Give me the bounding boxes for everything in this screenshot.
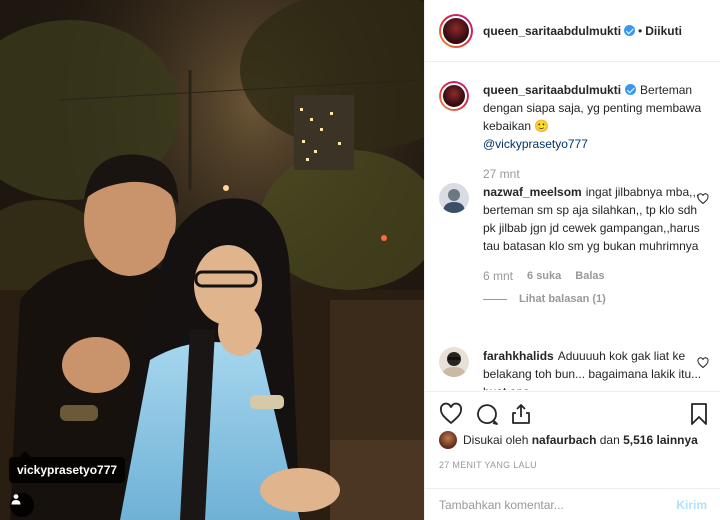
tagged-users-button[interactable] [10, 493, 34, 517]
bookmark-icon[interactable] [687, 402, 711, 426]
caption-author-avatar[interactable] [439, 81, 469, 111]
comment-reply-button[interactable]: Balas [575, 267, 604, 285]
verified-badge-icon [624, 25, 636, 36]
comment-input[interactable] [439, 497, 677, 512]
author-avatar[interactable] [439, 13, 473, 48]
comment-meta: 6 mnt 6 suka Balas [483, 267, 709, 285]
add-comment-bar: Kirim [425, 488, 720, 520]
person-tag-icon [11, 494, 21, 505]
author-username[interactable]: queen_saritaabdulmukti [483, 24, 621, 38]
commenter-avatar[interactable] [439, 347, 469, 377]
likes-conjunction: dan [599, 433, 620, 447]
likes-summary: Disukai oleh nafaurbach dan 5,516 lainny… [439, 431, 698, 449]
share-icon[interactable] [509, 402, 533, 426]
caption: queen_saritaabdulmukti Berteman dengan si… [439, 81, 709, 183]
view-replies-button[interactable]: Lihat balasan (1) [483, 293, 709, 305]
caption-time[interactable]: 27 mnt [483, 165, 520, 183]
post-comment-button[interactable]: Kirim [676, 498, 707, 512]
liker-avatar[interactable] [439, 431, 457, 449]
caption-mention-link[interactable]: @vickyprasetyo777 [483, 137, 588, 151]
comment-like-heart-icon[interactable] [697, 357, 709, 369]
comment-bubble-icon[interactable] [475, 402, 499, 426]
header-separator: • [638, 23, 643, 38]
comments-section[interactable]: queen_saritaabdulmukti Berteman dengan si… [425, 63, 720, 390]
view-replies-label: Lihat balasan (1) [519, 293, 606, 305]
caption-username[interactable]: queen_saritaabdulmukti [483, 83, 621, 97]
comment-item: farahkhalids Aduuuuh kok gak liat ke bela… [439, 347, 709, 390]
post-photo[interactable]: vickyprasetyo777 [0, 0, 424, 520]
comment-time[interactable]: 6 mnt [483, 267, 513, 285]
photo-scene [0, 0, 424, 520]
likes-prefix: Disukai oleh [463, 433, 529, 447]
post-header: queen_saritaabdulmukti • Diikuti [425, 0, 720, 62]
post-actions-bar [425, 391, 720, 435]
follow-status-button[interactable]: Diikuti [645, 24, 682, 38]
verified-badge-icon [625, 84, 637, 95]
comment-item: nazwaf_meelsom ingat jilbabnya mba,,, ber… [439, 183, 709, 305]
photo-tag-label[interactable]: vickyprasetyo777 [9, 451, 126, 483]
post-side-panel: queen_saritaabdulmukti • Diikuti queen_s… [424, 0, 720, 520]
comment-like-count[interactable]: 6 suka [527, 267, 561, 285]
first-liker-username[interactable]: nafaurbach [532, 433, 597, 447]
caption-meta: 27 mnt [483, 165, 709, 183]
comment-like-heart-icon[interactable] [697, 193, 709, 205]
post-timestamp[interactable]: 27 MENIT YANG LALU [439, 460, 537, 470]
commenter-avatar[interactable] [439, 183, 469, 213]
likes-count-button[interactable]: 5,516 lainnya [623, 433, 698, 447]
comment-username[interactable]: farahkhalids [483, 349, 554, 363]
comment-username[interactable]: nazwaf_meelsom [483, 185, 582, 199]
heart-icon[interactable] [439, 402, 463, 426]
